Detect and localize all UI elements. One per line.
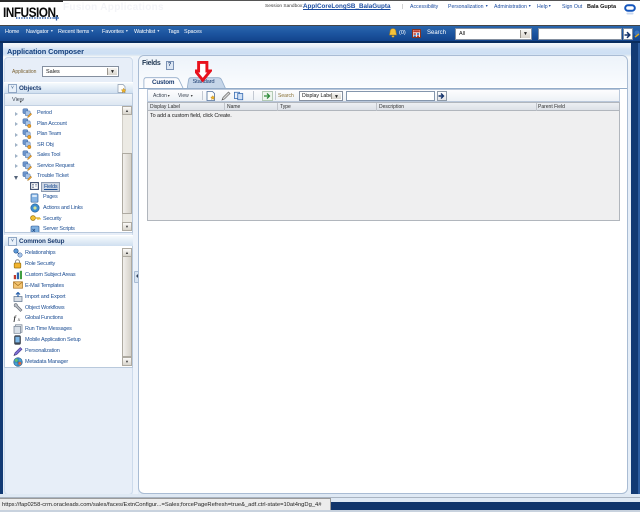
- svg-text:×: ×: [32, 228, 36, 232]
- svg-text:x: x: [17, 317, 21, 322]
